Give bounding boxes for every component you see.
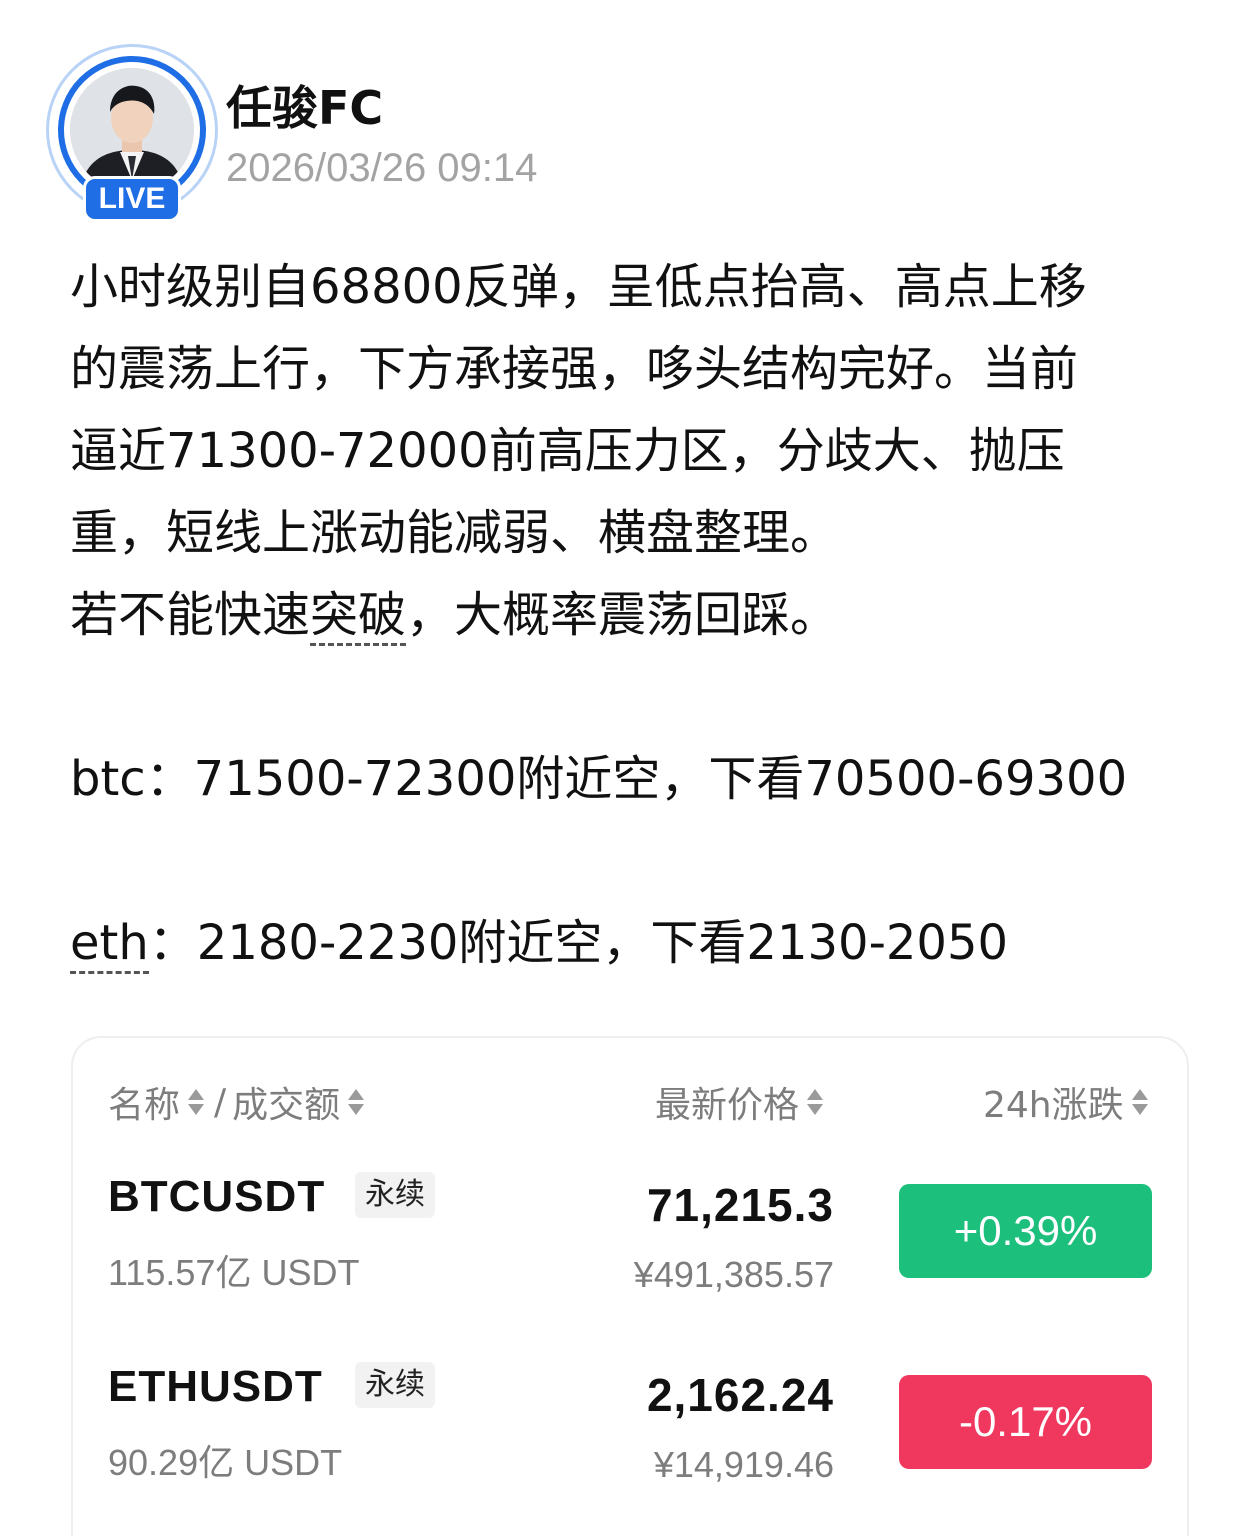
header-price-label[interactable]: 最新价格 bbox=[655, 1076, 799, 1128]
live-badge[interactable]: LIVE bbox=[83, 176, 181, 222]
eth-keyword-link[interactable]: eth bbox=[70, 915, 149, 974]
change-badge[interactable]: -0.17% bbox=[899, 1375, 1152, 1469]
avatar-photo bbox=[70, 68, 194, 192]
post-timestamp: 2026/03/26 09:14 bbox=[226, 146, 538, 190]
sort-icon[interactable] bbox=[807, 1087, 824, 1117]
contract-tag: 永续 bbox=[355, 1362, 435, 1408]
symbol-name[interactable]: ETHUSDT bbox=[108, 1362, 323, 1412]
cny-price-value: ¥14,919.46 bbox=[653, 1444, 834, 1485]
sort-icon[interactable] bbox=[348, 1087, 365, 1117]
post-line: 若不能快速突破，大概率震荡回踩。 bbox=[70, 574, 1200, 656]
contract-tag: 永续 bbox=[355, 1172, 435, 1218]
header-price[interactable]: 最新价格 bbox=[655, 1076, 824, 1128]
change-badge[interactable]: +0.39% bbox=[899, 1184, 1152, 1278]
author-name[interactable]: 任骏FC bbox=[226, 72, 383, 138]
header-change-label[interactable]: 24h涨跌 bbox=[983, 1076, 1124, 1128]
header-name-label[interactable]: 名称 bbox=[108, 1076, 180, 1128]
post-page: LIVE 任骏FC 2026/03/26 09:14 小时级别自68800反弹，… bbox=[0, 0, 1260, 1536]
post-line: 逼近71300-72000前高压力区，分歧大、抛压 bbox=[70, 423, 1065, 479]
sort-icon[interactable] bbox=[188, 1087, 205, 1117]
symbol-name[interactable]: BTCUSDT bbox=[108, 1172, 325, 1222]
post-line: 重，短线上涨动能减弱、横盘整理。 bbox=[70, 505, 839, 561]
volume-value: 115.57亿 USDT bbox=[108, 1252, 360, 1293]
eth-strategy-line: eth：2180-2230附近空，下看2130-2050 bbox=[70, 902, 1200, 984]
post-text: ，大概率震荡回踩。 bbox=[406, 587, 839, 643]
sort-icon[interactable] bbox=[1131, 1087, 1148, 1117]
volume-value: 90.29亿 USDT bbox=[108, 1442, 343, 1483]
price-value: 2,162.24 bbox=[646, 1369, 834, 1421]
post-text: 若不能快速 bbox=[70, 587, 311, 643]
header-separator: / bbox=[214, 1081, 227, 1123]
header-change[interactable]: 24h涨跌 bbox=[983, 1076, 1148, 1128]
btc-strategy-line: btc：71500-72300附近空，下看70500-69300 bbox=[70, 751, 1128, 807]
person-icon bbox=[70, 68, 194, 192]
post-text: ：2180-2230附近空，下看2130-2050 bbox=[148, 915, 1009, 971]
price-value: 71,215.3 bbox=[646, 1179, 834, 1231]
post-line: 的震荡上行，下方承接强，哆头结构完好。当前 bbox=[70, 341, 1079, 397]
header-volume-label[interactable]: 成交额 bbox=[232, 1076, 340, 1128]
avatar[interactable]: LIVE bbox=[46, 44, 218, 222]
keyword-link[interactable]: 突破 bbox=[310, 587, 407, 646]
post-line: 小时级别自68800反弹，呈低点抬高、高点上移 bbox=[70, 259, 1087, 315]
post-body: 小时级别自68800反弹，呈低点抬高、高点上移 的震荡上行，下方承接强，哆头结构… bbox=[70, 246, 1200, 984]
header-name-volume[interactable]: 名称 / 成交额 bbox=[108, 1076, 365, 1128]
cny-price-value: ¥491,385.57 bbox=[633, 1254, 834, 1295]
